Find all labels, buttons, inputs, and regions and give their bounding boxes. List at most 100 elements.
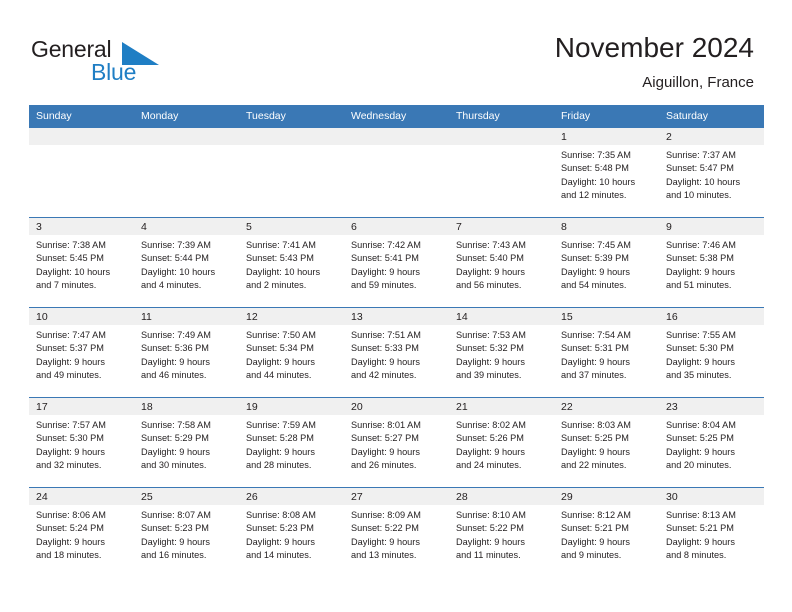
calendar-day-cell[interactable]: 10 Sunrise: 7:47 AM Sunset: 5:37 PM Dayligh… xyxy=(29,307,134,398)
calendar-day-cell[interactable]: 30 Sunrise: 8:13 AM Sunset: 5:21 PM Dayligh… xyxy=(659,487,764,578)
calendar-day-cell[interactable]: 15 Sunrise: 7:54 AM Sunset: 5:31 PM Dayligh… xyxy=(554,307,659,398)
day-details: Sunrise: 7:37 AM Sunset: 5:47 PM Daylight:… xyxy=(659,145,764,203)
calendar-day-cell[interactable]: 27 Sunrise: 8:09 AM Sunset: 5:22 PM Dayligh… xyxy=(344,487,449,578)
daylight-duration-line2: and 20 minutes. xyxy=(666,460,732,471)
daylight-duration-line1: Daylight: 9 hours xyxy=(141,356,210,367)
calendar-day-cell[interactable]: 13 Sunrise: 7:51 AM Sunset: 5:33 PM Dayligh… xyxy=(344,307,449,398)
daylight-duration-line1: Daylight: 9 hours xyxy=(561,536,630,547)
calendar-day-cell[interactable]: 23 Sunrise: 8:04 AM Sunset: 5:25 PM Dayligh… xyxy=(659,397,764,488)
day-number: 21 xyxy=(449,398,554,415)
day-details: Sunrise: 7:55 AM Sunset: 5:30 PM Daylight:… xyxy=(659,325,764,383)
sunrise-time: Sunrise: 7:41 AM xyxy=(246,240,316,250)
calendar-day-cell[interactable]: 19 Sunrise: 7:59 AM Sunset: 5:28 PM Dayligh… xyxy=(239,397,344,488)
daylight-duration-line1: Daylight: 10 hours xyxy=(561,176,636,187)
sunrise-time: Sunrise: 8:07 AM xyxy=(141,510,211,520)
sunrise-time: Sunrise: 7:42 AM xyxy=(351,240,421,250)
sunset-time: Sunset: 5:32 PM xyxy=(456,343,524,354)
calendar-day-cell[interactable]: 18 Sunrise: 7:58 AM Sunset: 5:29 PM Dayligh… xyxy=(134,397,239,488)
daylight-duration-line2: and 12 minutes. xyxy=(561,190,627,201)
calendar-grid: Sunday Monday Tuesday Wednesday Thursday… xyxy=(29,105,764,578)
daylight-duration-line2: and 54 minutes. xyxy=(561,280,627,291)
calendar-day-cell[interactable]: 25 Sunrise: 8:07 AM Sunset: 5:23 PM Dayligh… xyxy=(134,487,239,578)
sunrise-time: Sunrise: 7:47 AM xyxy=(36,330,106,340)
daylight-duration-line2: and 7 minutes. xyxy=(36,280,97,291)
day-number: 27 xyxy=(344,488,449,505)
day-details: Sunrise: 8:03 AM Sunset: 5:25 PM Daylight:… xyxy=(554,415,659,473)
sunset-time: Sunset: 5:43 PM xyxy=(246,253,314,264)
daylight-duration-line2: and 10 minutes. xyxy=(666,190,732,201)
day-details: Sunrise: 8:01 AM Sunset: 5:27 PM Daylight:… xyxy=(344,415,449,473)
calendar-day-cell[interactable]: 20 Sunrise: 8:01 AM Sunset: 5:27 PM Dayligh… xyxy=(344,397,449,488)
calendar-day-cell[interactable]: 1 Sunrise: 7:35 AM Sunset: 5:48 PM Daylight… xyxy=(554,127,659,218)
calendar-page: General Blue November 2024 Aiguillon, Fr… xyxy=(0,0,792,612)
calendar-day-cell[interactable]: 26 Sunrise: 8:08 AM Sunset: 5:23 PM Dayligh… xyxy=(239,487,344,578)
daylight-duration-line2: and 56 minutes. xyxy=(456,280,522,291)
daylight-duration-line1: Daylight: 9 hours xyxy=(351,446,420,457)
daylight-duration-line2: and 42 minutes. xyxy=(351,370,417,381)
calendar-week-row: 17 Sunrise: 7:57 AM Sunset: 5:30 PM Dayligh… xyxy=(29,397,764,488)
day-details: Sunrise: 7:58 AM Sunset: 5:29 PM Daylight:… xyxy=(134,415,239,473)
daylight-duration-line2: and 11 minutes. xyxy=(456,550,521,561)
day-number: 7 xyxy=(449,218,554,235)
day-details: Sunrise: 8:12 AM Sunset: 5:21 PM Daylight:… xyxy=(554,505,659,563)
sunrise-time: Sunrise: 8:10 AM xyxy=(456,510,526,520)
daylight-duration-line1: Daylight: 9 hours xyxy=(351,536,420,547)
day-details: Sunrise: 7:57 AM Sunset: 5:30 PM Daylight:… xyxy=(29,415,134,473)
calendar-day-cell-empty xyxy=(134,127,239,218)
calendar-day-cell[interactable]: 12 Sunrise: 7:50 AM Sunset: 5:34 PM Dayligh… xyxy=(239,307,344,398)
calendar-day-cell-empty xyxy=(239,127,344,218)
calendar-day-cell[interactable]: 29 Sunrise: 8:12 AM Sunset: 5:21 PM Dayligh… xyxy=(554,487,659,578)
calendar-day-cell[interactable]: 14 Sunrise: 7:53 AM Sunset: 5:32 PM Dayligh… xyxy=(449,307,554,398)
calendar-day-cell[interactable]: 28 Sunrise: 8:10 AM Sunset: 5:22 PM Dayligh… xyxy=(449,487,554,578)
daylight-duration-line1: Daylight: 9 hours xyxy=(141,536,210,547)
sunrise-time: Sunrise: 8:09 AM xyxy=(351,510,421,520)
day-number xyxy=(239,128,344,145)
sunset-time: Sunset: 5:22 PM xyxy=(456,523,524,534)
calendar-day-cell[interactable]: 24 Sunrise: 8:06 AM Sunset: 5:24 PM Dayligh… xyxy=(29,487,134,578)
sunset-time: Sunset: 5:22 PM xyxy=(351,523,419,534)
day-number: 22 xyxy=(554,398,659,415)
daylight-duration-line1: Daylight: 10 hours xyxy=(246,266,321,277)
calendar-week-row: 1 Sunrise: 7:35 AM Sunset: 5:48 PM Daylight… xyxy=(29,127,764,218)
sunrise-time: Sunrise: 7:51 AM xyxy=(351,330,421,340)
sunset-time: Sunset: 5:34 PM xyxy=(246,343,314,354)
day-number: 24 xyxy=(29,488,134,505)
calendar-day-cell[interactable]: 22 Sunrise: 8:03 AM Sunset: 5:25 PM Dayligh… xyxy=(554,397,659,488)
daylight-duration-line2: and 46 minutes. xyxy=(141,370,207,381)
generalblue-logo[interactable]: General Blue xyxy=(31,36,211,90)
sunrise-time: Sunrise: 8:13 AM xyxy=(666,510,736,520)
sunset-time: Sunset: 5:25 PM xyxy=(666,433,734,444)
calendar-day-cell[interactable]: 5 Sunrise: 7:41 AM Sunset: 5:43 PM Daylight… xyxy=(239,217,344,308)
calendar-day-cell[interactable]: 6 Sunrise: 7:42 AM Sunset: 5:41 PM Daylight… xyxy=(344,217,449,308)
daylight-duration-line2: and 26 minutes. xyxy=(351,460,417,471)
calendar-day-cell[interactable]: 16 Sunrise: 7:55 AM Sunset: 5:30 PM Dayligh… xyxy=(659,307,764,398)
logo-text-blue: Blue xyxy=(91,59,137,85)
daylight-duration-line2: and 4 minutes. xyxy=(141,280,202,291)
calendar-day-cell-empty xyxy=(449,127,554,218)
sunset-time: Sunset: 5:23 PM xyxy=(141,523,209,534)
sunrise-time: Sunrise: 8:06 AM xyxy=(36,510,106,520)
calendar-day-cell[interactable]: 2 Sunrise: 7:37 AM Sunset: 5:47 PM Daylight… xyxy=(659,127,764,218)
day-details: Sunrise: 7:54 AM Sunset: 5:31 PM Daylight:… xyxy=(554,325,659,383)
calendar-day-cell[interactable]: 21 Sunrise: 8:02 AM Sunset: 5:26 PM Dayligh… xyxy=(449,397,554,488)
calendar-day-cell[interactable]: 3 Sunrise: 7:38 AM Sunset: 5:45 PM Daylight… xyxy=(29,217,134,308)
weekday-header-sunday: Sunday xyxy=(29,105,134,128)
day-details: Sunrise: 7:45 AM Sunset: 5:39 PM Daylight:… xyxy=(554,235,659,293)
calendar-day-cell[interactable]: 7 Sunrise: 7:43 AM Sunset: 5:40 PM Daylight… xyxy=(449,217,554,308)
calendar-day-cell[interactable]: 4 Sunrise: 7:39 AM Sunset: 5:44 PM Daylight… xyxy=(134,217,239,308)
day-number: 9 xyxy=(659,218,764,235)
day-number: 1 xyxy=(554,128,659,145)
weekday-header-thursday: Thursday xyxy=(449,105,554,128)
day-number: 23 xyxy=(659,398,764,415)
sunrise-time: Sunrise: 7:49 AM xyxy=(141,330,211,340)
title-block: November 2024 Aiguillon, France xyxy=(555,31,754,93)
day-number: 29 xyxy=(554,488,659,505)
sunset-time: Sunset: 5:37 PM xyxy=(36,343,104,354)
calendar-day-cell[interactable]: 9 Sunrise: 7:46 AM Sunset: 5:38 PM Daylight… xyxy=(659,217,764,308)
calendar-day-cell[interactable]: 8 Sunrise: 7:45 AM Sunset: 5:39 PM Daylight… xyxy=(554,217,659,308)
sunset-time: Sunset: 5:21 PM xyxy=(561,523,629,534)
day-details: Sunrise: 7:59 AM Sunset: 5:28 PM Daylight:… xyxy=(239,415,344,473)
calendar-week-row: 24 Sunrise: 8:06 AM Sunset: 5:24 PM Dayligh… xyxy=(29,487,764,578)
calendar-day-cell[interactable]: 17 Sunrise: 7:57 AM Sunset: 5:30 PM Dayligh… xyxy=(29,397,134,488)
calendar-day-cell[interactable]: 11 Sunrise: 7:49 AM Sunset: 5:36 PM Dayligh… xyxy=(134,307,239,398)
